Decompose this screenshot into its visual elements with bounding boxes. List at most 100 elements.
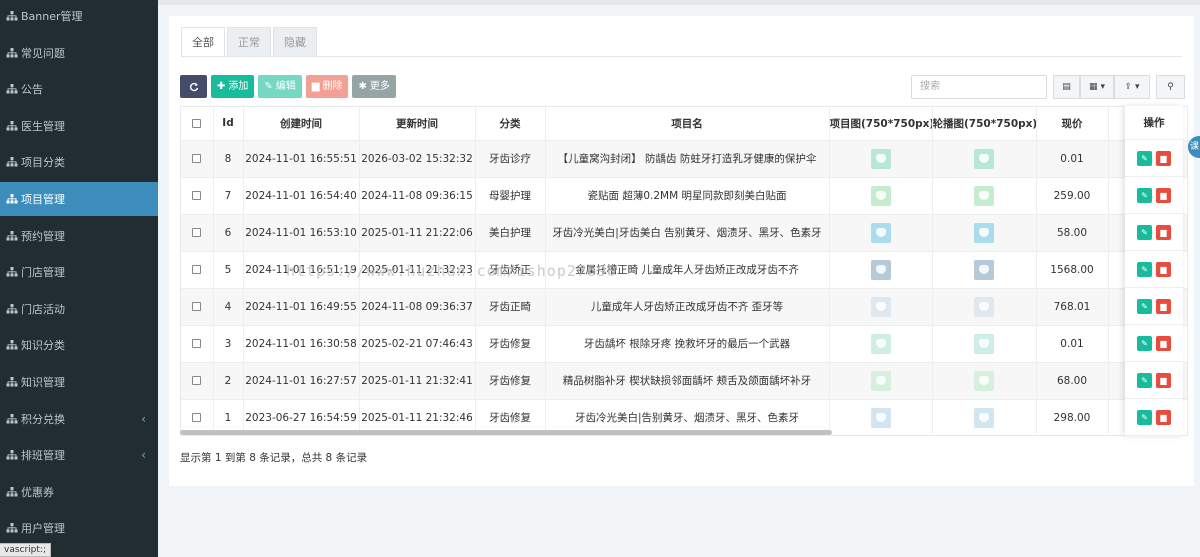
sidebar-item[interactable]: 用户管理 [0, 511, 158, 545]
sidebar-item[interactable]: 项目管理 [0, 182, 158, 216]
sidebar-item[interactable]: 门店活动 [0, 292, 158, 326]
cell-updated: 2025-02-21 07:46:43 [359, 325, 476, 363]
table-row[interactable]: 5 2024-11-01 16:51:19 2025-01-11 21:32:23 牙… [181, 251, 1187, 289]
caret-down-icon: ▾ [1100, 82, 1106, 92]
row-edit-button[interactable]: ✎ [1137, 187, 1152, 203]
thumbnail-image[interactable] [870, 333, 891, 354]
thumbnail-image[interactable] [974, 407, 994, 428]
more-button[interactable]: ✱ 更多 [352, 75, 396, 98]
row-delete-button[interactable]: ▆ [1156, 187, 1171, 203]
thumbnail-image[interactable] [974, 370, 994, 391]
row-delete-button[interactable]: ▆ [1156, 150, 1171, 166]
thumbnail-image[interactable] [974, 185, 994, 206]
select-all-checkbox[interactable] [181, 107, 214, 141]
row-checkbox[interactable] [181, 362, 214, 400]
row-checkbox[interactable] [181, 177, 214, 215]
search-input[interactable]: 搜索 [911, 75, 1047, 99]
refresh-button[interactable] [180, 75, 207, 98]
table-row[interactable]: 6 2024-11-01 16:53:10 2025-01-11 21:22:06 美… [181, 214, 1187, 252]
tab-2[interactable]: 隐藏 [273, 27, 317, 56]
row-delete-button[interactable]: ▆ [1156, 372, 1171, 388]
sidebar-item[interactable]: 知识分类 [0, 328, 158, 362]
thumbnail-image[interactable] [974, 333, 994, 354]
row-edit-button[interactable]: ✎ [1137, 372, 1152, 388]
sidebar-item[interactable]: Banner管理 [0, 0, 158, 33]
operation-cell: ✎ ▆ [1125, 362, 1183, 399]
cell-category: 牙齿修复 [475, 362, 546, 400]
row-delete-button[interactable]: ▆ [1156, 298, 1171, 314]
row-delete-button[interactable]: ▆ [1156, 409, 1171, 425]
row-checkbox[interactable] [181, 325, 214, 363]
data-table: Id 创建时间 更新时间 分类 项目名 项目图(750*750px) 轮播图(7… [180, 106, 1188, 436]
thumbnail-image[interactable] [974, 296, 994, 317]
row-edit-button[interactable]: ✎ [1137, 335, 1152, 351]
cell-carousel-image [932, 214, 1037, 252]
thumbnail-image[interactable] [974, 148, 994, 169]
sidebar-item[interactable]: 常见问题 [0, 36, 158, 70]
row-checkbox[interactable] [181, 288, 214, 326]
delete-button[interactable]: ▆ 删除 [305, 75, 349, 98]
columns-dropdown-button[interactable]: ▦ ▾ [1080, 75, 1114, 99]
sidebar-item[interactable]: 项目分类 [0, 145, 158, 179]
row-delete-button[interactable]: ▆ [1156, 335, 1171, 351]
sidebar-item[interactable]: 预约管理 [0, 219, 158, 253]
row-delete-button[interactable]: ▆ [1156, 224, 1171, 240]
row-edit-button[interactable]: ✎ [1137, 150, 1152, 166]
horizontal-scrollbar[interactable] [180, 430, 832, 435]
thumbnail-image[interactable] [870, 222, 891, 243]
sidebar-item[interactable]: 医生管理 [0, 109, 158, 143]
sidebar-item-label: 知识管理 [21, 376, 65, 389]
tab-0[interactable]: 全部 [181, 27, 225, 56]
search-button[interactable]: ⚲ [1156, 75, 1185, 99]
thumbnail-image[interactable] [870, 370, 891, 391]
row-checkbox[interactable] [181, 251, 214, 289]
cell-project-image [829, 399, 933, 435]
edit-button[interactable]: ✎ 编辑 [258, 75, 302, 98]
add-button[interactable]: ✚ 添加 [211, 75, 255, 98]
row-edit-button[interactable]: ✎ [1137, 298, 1152, 314]
sitemap-icon [6, 413, 18, 424]
row-edit-button[interactable]: ✎ [1137, 224, 1152, 240]
col-header-operation: 操作 [1125, 106, 1183, 140]
cell-id: 4 [213, 288, 244, 326]
sidebar-item[interactable]: 积分兑换 ‹ [0, 402, 158, 436]
thumbnail-image[interactable] [974, 259, 994, 280]
table-row[interactable]: 7 2024-11-01 16:54:40 2024-11-08 09:36:15 母… [181, 177, 1187, 215]
operation-cell: ✎ ▆ [1125, 288, 1183, 325]
cell-created: 2024-11-01 16:54:40 [243, 177, 360, 215]
col-header-created[interactable]: 创建时间 [243, 107, 360, 141]
row-checkbox[interactable] [181, 214, 214, 252]
sitemap-icon [6, 523, 18, 533]
col-header-id[interactable]: Id [213, 107, 244, 141]
row-edit-button[interactable]: ✎ [1137, 261, 1152, 277]
table-row[interactable]: 4 2024-11-01 16:49:55 2024-11-08 09:36:37 牙… [181, 288, 1187, 326]
thumbnail-image[interactable] [870, 185, 891, 206]
col-header-price[interactable]: 现价 [1036, 107, 1109, 141]
thumbnail-image[interactable] [974, 222, 994, 243]
thumbnail-image[interactable] [870, 407, 891, 428]
cell-created: 2024-11-01 16:27:57 [243, 362, 360, 400]
columns-toggle-button[interactable]: ▤ [1053, 75, 1080, 99]
sidebar-item[interactable]: 门店管理 [0, 255, 158, 289]
sidebar-item[interactable]: 排班管理 ‹ [0, 438, 158, 472]
cell-name: 【儿童窝沟封闭】 防龋齿 防蛀牙打造乳牙健康的保护伞 [545, 140, 830, 178]
row-checkbox[interactable] [181, 140, 214, 178]
row-delete-button[interactable]: ▆ [1156, 261, 1171, 277]
col-header-updated[interactable]: 更新时间 [359, 107, 476, 141]
row-edit-button[interactable]: ✎ [1137, 409, 1152, 425]
thumbnail-image[interactable] [870, 148, 891, 169]
tab-1[interactable]: 正常 [227, 27, 271, 56]
sidebar-item[interactable]: 公告 [0, 72, 158, 106]
sidebar-item[interactable]: 优惠券 [0, 475, 158, 509]
sidebar-item[interactable]: 知识管理 [0, 365, 158, 399]
thumbnail-image[interactable] [870, 296, 891, 317]
table-row[interactable]: 2 2024-11-01 16:27:57 2025-01-11 21:32:41 牙… [181, 362, 1187, 400]
sidebar-item-label: 公告 [21, 83, 43, 97]
thumbnail-image[interactable] [870, 259, 891, 280]
col-header-name[interactable]: 项目名 [545, 107, 830, 141]
table-row[interactable]: 3 2024-11-01 16:30:58 2025-02-21 07:46:43 牙… [181, 325, 1187, 363]
table-row[interactable]: 8 2024-11-01 16:55:51 2026-03-02 15:32:32 牙… [181, 140, 1187, 178]
export-dropdown-button[interactable]: ⇪ ▾ [1114, 75, 1150, 99]
toolbar: ✚ 添加 ✎ 编辑 ▆ 删除 ✱ 更多 [180, 75, 396, 98]
col-header-category[interactable]: 分类 [475, 107, 546, 141]
